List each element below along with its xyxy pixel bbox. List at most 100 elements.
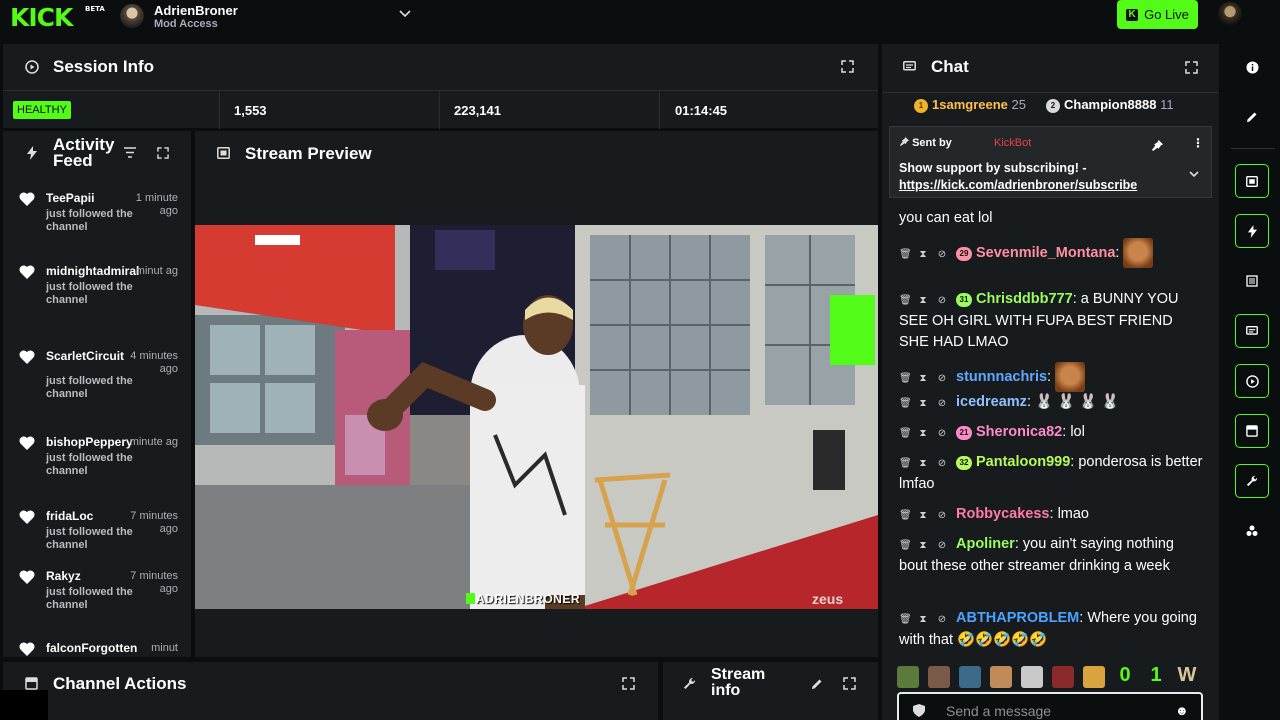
feed-username[interactable]: Rakyz	[46, 569, 81, 583]
emote-button[interactable]	[959, 666, 981, 688]
stream-info-toggle[interactable]	[1235, 464, 1269, 498]
delete-icon[interactable]: 🗑	[899, 368, 912, 389]
delete-icon[interactable]: 🗑	[899, 609, 912, 630]
unpin-icon[interactable]	[1152, 138, 1163, 156]
leaderboard-entry[interactable]: 2 Champion8888 11	[1046, 97, 1174, 113]
list-icon[interactable]	[1235, 264, 1269, 298]
chat-username[interactable]: stunnnachris	[956, 369, 1047, 385]
delete-icon[interactable]: 🗑	[899, 290, 912, 311]
pencil-icon[interactable]	[811, 678, 823, 690]
shield-icon[interactable]	[913, 704, 925, 720]
activity-feed-toggle[interactable]	[1235, 214, 1269, 248]
feed-username[interactable]: TeePapii	[46, 191, 94, 205]
go-live-button[interactable]: K Go Live	[1117, 0, 1198, 29]
expand-icon[interactable]	[157, 147, 169, 159]
ban-icon[interactable]: ⊘	[937, 393, 947, 414]
delete-icon[interactable]: 🗑	[899, 535, 912, 556]
beta-badge: BETA	[85, 5, 105, 13]
kick-logo[interactable]: KICK BETA	[10, 3, 105, 32]
chat-username[interactable]: Chrisddbb777	[976, 291, 1073, 307]
channel-switcher[interactable]: AdrienBroner Mod Access	[120, 0, 411, 32]
info-icon[interactable]	[1235, 50, 1269, 84]
ban-icon[interactable]: ⊘	[937, 290, 947, 311]
chat-panel: Chat 1 1samgreene 25 2 Champion8888 11 Sen…	[882, 44, 1219, 720]
emote-button[interactable]	[990, 666, 1012, 688]
timeout-icon[interactable]: ⧗	[918, 535, 928, 556]
expand-icon[interactable]	[622, 677, 635, 690]
delete-icon[interactable]: 🗑	[899, 423, 912, 444]
chat-message: 🗑 ⧗ ⊘ 32 Pantaloon999: ponderosa is better l…	[899, 453, 1203, 492]
emote-button[interactable]	[1052, 666, 1074, 688]
heart-icon	[19, 569, 35, 589]
chat-username[interactable]: ABTHAPROBLEM	[956, 610, 1079, 626]
ban-icon[interactable]: ⊘	[937, 244, 947, 265]
feed-description: just followed the channel	[46, 375, 133, 400]
feed-description: just followed the channel	[46, 586, 133, 611]
timeout-icon[interactable]: ⧗	[918, 393, 928, 414]
delete-icon[interactable]: 🗑	[899, 505, 912, 526]
timeout-icon[interactable]: ⧗	[918, 244, 928, 265]
delete-icon[interactable]: 🗑	[899, 393, 912, 414]
expand-icon[interactable]	[843, 677, 856, 690]
ban-icon[interactable]: ⊘	[937, 609, 947, 630]
gifter-leaderboard: 1 1samgreene 25 2 Champion8888 11	[882, 92, 1219, 116]
ban-icon[interactable]: ⊘	[937, 368, 947, 389]
viewers-stat: 1,553	[220, 91, 440, 129]
chat-message: you can eat lol	[899, 210, 993, 226]
apps-icon[interactable]	[1235, 514, 1269, 548]
chat-message: 🗑 ⧗ ⊘ 31 Chrisddbb777: a BUNNY YOU SEE OH GI…	[899, 290, 1179, 350]
chat-username[interactable]: Sevenmile_Montana	[976, 245, 1115, 261]
timeout-icon[interactable]: ⧗	[918, 453, 928, 474]
channel-name: AdrienBroner	[154, 2, 238, 18]
emote-button[interactable]: 1	[1145, 664, 1167, 688]
ban-icon[interactable]: ⊘	[937, 535, 947, 556]
feed-time: minut	[151, 642, 178, 654]
ban-icon[interactable]: ⊘	[937, 423, 947, 444]
video-player[interactable]: ADRIENBRONER zeus	[195, 225, 878, 609]
user-avatar[interactable]	[1218, 2, 1242, 26]
pinned-message[interactable]: Sent by KickBot ⋮ Show support by subscr…	[889, 126, 1212, 198]
more-vertical-icon[interactable]: ⋮	[1192, 136, 1204, 150]
session-info-toggle[interactable]	[1235, 364, 1269, 398]
chat-username[interactable]: Robbycakess	[956, 506, 1050, 522]
expand-icon[interactable]	[1185, 61, 1198, 74]
emoji-icon[interactable]: ☻	[1175, 703, 1189, 718]
chevron-down-icon[interactable]	[1188, 167, 1200, 185]
chat-username[interactable]: Pantaloon999	[976, 454, 1070, 470]
timeout-icon[interactable]: ⧗	[918, 505, 928, 526]
ban-icon[interactable]: ⊘	[937, 505, 947, 526]
emote-button[interactable]: 0	[1114, 664, 1136, 688]
timeout-icon[interactable]: ⧗	[918, 609, 928, 630]
chat-toggle[interactable]	[1235, 314, 1269, 348]
emote-button[interactable]	[1083, 666, 1105, 688]
expand-icon[interactable]	[841, 60, 854, 73]
channel-avatar	[120, 4, 144, 28]
stream-preview-toggle[interactable]	[1235, 164, 1269, 198]
stream-info-title: Stream info	[711, 666, 766, 699]
feed-username[interactable]: ScarletCircuit	[46, 349, 124, 363]
ban-icon[interactable]: ⊘	[937, 453, 947, 474]
channel-actions-toggle[interactable]	[1235, 414, 1269, 448]
timeout-icon[interactable]: ⧗	[918, 368, 928, 389]
filter-icon[interactable]	[124, 147, 136, 158]
delete-icon[interactable]: 🗑	[899, 453, 912, 474]
emote-button[interactable]	[928, 666, 950, 688]
leaderboard-entry[interactable]: 1 1samgreene 25	[914, 97, 1026, 113]
channel-role: Mod Access	[154, 17, 218, 30]
subscribe-link[interactable]: https://kick.com/adrienbroner/subscribe	[899, 177, 1137, 194]
delete-icon[interactable]: 🗑	[899, 244, 912, 265]
feed-time: minut ag	[135, 265, 178, 277]
chat-username[interactable]: Sheronica82	[976, 424, 1062, 440]
chat-username[interactable]: icedreamz	[956, 394, 1027, 410]
chevron-down-icon[interactable]	[398, 6, 412, 23]
emote-button[interactable]: W	[1176, 664, 1198, 688]
emote-button[interactable]	[897, 666, 919, 688]
chat-input[interactable]: Send a message ☻	[897, 692, 1203, 720]
heart-icon	[19, 509, 35, 529]
chat-username[interactable]: Apoliner	[956, 536, 1015, 552]
timeout-icon[interactable]: ⧗	[918, 290, 928, 311]
feed-username[interactable]: fridaLoc	[46, 509, 93, 523]
pencil-icon[interactable]	[1235, 100, 1269, 134]
emote-button[interactable]	[1021, 666, 1043, 688]
timeout-icon[interactable]: ⧗	[918, 423, 928, 444]
